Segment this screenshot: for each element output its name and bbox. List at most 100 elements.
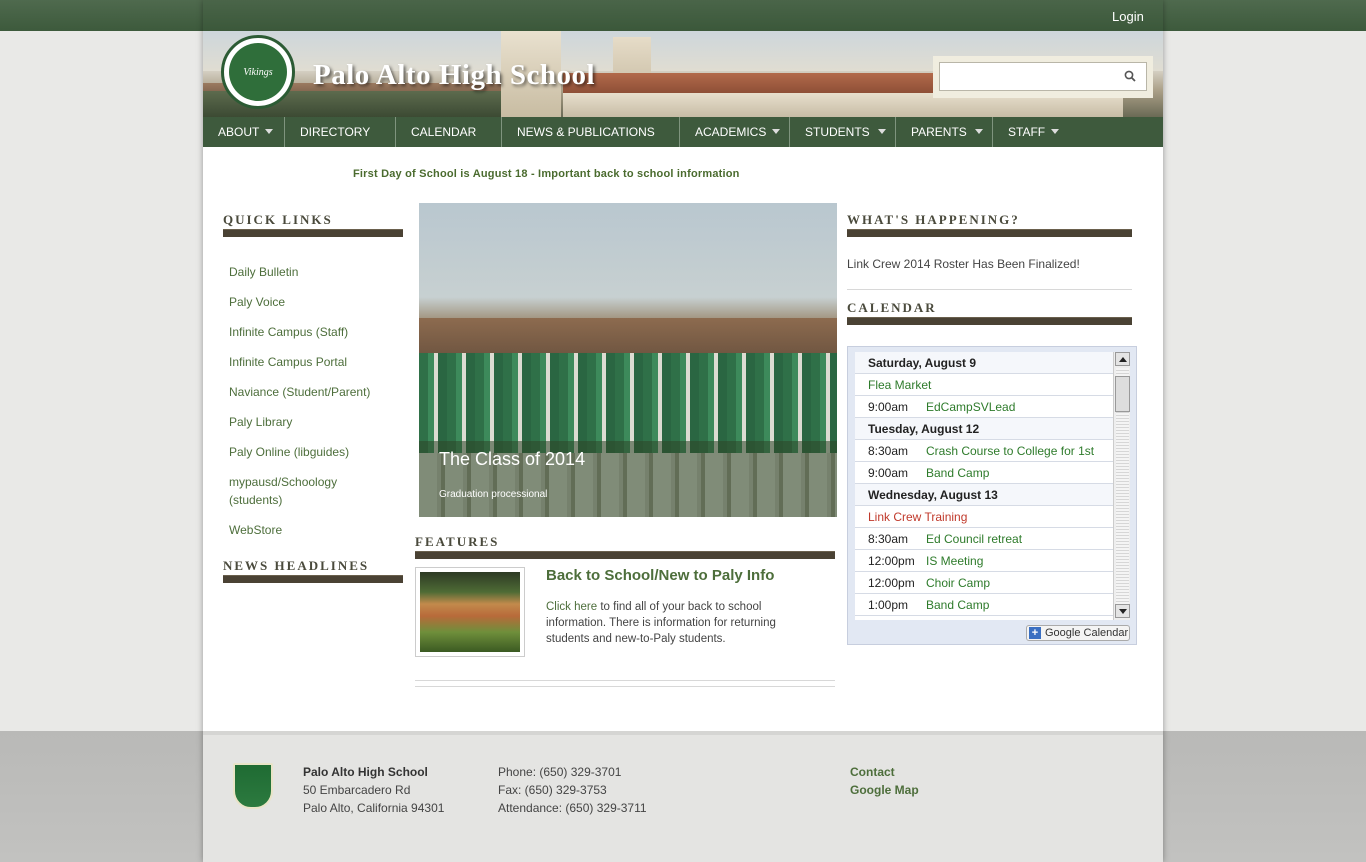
quick-link-schoology[interactable]: mypausd/Schoology (students): [229, 473, 359, 509]
hero-building: [419, 318, 837, 358]
section-divider: [223, 575, 403, 583]
calendar-event-time: 5:00pm: [868, 620, 926, 621]
calendar-day-header: Saturday, August 9: [855, 352, 1113, 374]
hero-title: The Class of 2014: [439, 449, 586, 469]
nav-item-label: NEWS & PUBLICATIONS: [517, 125, 655, 139]
calendar-day-header: Tuesday, August 12: [855, 418, 1113, 440]
school-logo[interactable]: Vikings: [221, 35, 295, 109]
calendar-event[interactable]: 9:00am Band Camp: [855, 462, 1113, 484]
feature-thumbnail[interactable]: [415, 567, 525, 657]
calendar-event[interactable]: 1:00pm Band Camp: [855, 594, 1113, 616]
calendar-event[interactable]: 5:00pmPaly Instrumental Music Partv: [855, 616, 1113, 621]
whats-happening-heading: WHAT'S HAPPENING?: [847, 212, 1020, 227]
footer: Palo Alto High School 50 Embarcadero Rd …: [203, 731, 1163, 862]
whats-happening-item[interactable]: Link Crew 2014 Roster Has Been Finalized…: [847, 257, 1080, 271]
search-icon[interactable]: [1124, 70, 1136, 82]
hero-slideshow[interactable]: The Class of 2014 Graduation processiona…: [419, 203, 837, 517]
footer-address-line1: 50 Embarcadero Rd: [303, 783, 411, 797]
calendar-event-title: EdCampSVLead: [926, 399, 1016, 414]
divider: [415, 686, 835, 687]
calendar-event-time: 8:30am: [868, 531, 909, 546]
calendar-event-title: Band Camp: [926, 465, 990, 480]
nav-item-news-publications[interactable]: NEWS & PUBLICATIONS: [502, 117, 680, 147]
news-headlines-heading: NEWS HEADLINES: [223, 558, 370, 573]
quick-link-paly-library[interactable]: Paly Library: [229, 413, 292, 431]
scroll-down-button[interactable]: [1115, 604, 1130, 618]
logo-emblem: Vikings: [229, 43, 287, 101]
scroll-up-button[interactable]: [1115, 352, 1130, 366]
nav-item-label: ACADEMICS: [695, 125, 767, 139]
calendar-event-title: Choir Camp: [926, 575, 991, 590]
footer-links: Contact Google Map: [850, 763, 919, 799]
section-divider: [847, 229, 1132, 237]
footer-school-name: Palo Alto High School: [303, 765, 428, 779]
footer-attendance: Attendance: (650) 329-3711: [498, 801, 647, 815]
calendar-event-title: Band Camp: [926, 597, 990, 612]
search-box: [933, 56, 1153, 98]
section-divider: [415, 551, 835, 559]
features-heading: FEATURES: [415, 534, 500, 549]
footer-address-line2: Palo Alto, California 94301: [303, 801, 445, 815]
nav-item-directory[interactable]: DIRECTORY: [285, 117, 396, 147]
hero-subtitle: Graduation processional: [439, 489, 548, 500]
announcement-link[interactable]: First Day of School is August 18 - Impor…: [353, 168, 740, 180]
quick-link-naviance[interactable]: Naviance (Student/Parent): [229, 383, 370, 401]
quick-link-infinite-campus-portal[interactable]: Infinite Campus Portal: [229, 353, 347, 371]
calendar-event[interactable]: 8:30am Ed Council retreat: [855, 528, 1113, 550]
feature-body: Click here to find all of your back to s…: [546, 599, 806, 647]
scrollbar-thumb[interactable]: [1115, 376, 1130, 412]
calendar-day-label: Wednesday, August 13: [868, 487, 998, 502]
chevron-down-icon: [265, 129, 273, 134]
calendar-scrollbar[interactable]: [1113, 352, 1130, 620]
site-title[interactable]: Palo Alto High School: [313, 59, 595, 92]
calendar-event[interactable]: Flea Market: [855, 374, 1113, 396]
calendar-event[interactable]: 12:00pm IS Meeting: [855, 550, 1113, 572]
footer-google-map-link[interactable]: Google Map: [850, 781, 919, 799]
calendar-event-title: Ed Council retreat: [926, 531, 1023, 546]
login-link[interactable]: Login: [1112, 9, 1144, 24]
calendar-event-time: 1:00pm: [868, 597, 909, 612]
nav-item-about[interactable]: ABOUT: [203, 117, 285, 147]
quick-link-infinite-campus-staff[interactable]: Infinite Campus (Staff): [229, 323, 348, 341]
footer-phones: Phone: (650) 329-3701 Fax: (650) 329-375…: [498, 763, 647, 817]
calendar-day-label: Tuesday, August 12: [868, 421, 980, 436]
nav-item-students[interactable]: STUDENTS: [790, 117, 896, 147]
calendar-event[interactable]: 12:00pm Choir Camp: [855, 572, 1113, 594]
calendar-event-time: 12:00pm: [868, 553, 915, 568]
footer-contact-link[interactable]: Contact: [850, 763, 919, 781]
calendar-event-title: Link Crew Training: [868, 509, 968, 524]
nav-item-staff[interactable]: STAFF: [993, 117, 1073, 147]
quick-link-paly-online[interactable]: Paly Online (libguides): [229, 443, 349, 461]
search-input[interactable]: [939, 62, 1147, 91]
nav-item-calendar[interactable]: CALENDAR: [396, 117, 502, 147]
triangle-up-icon: [1118, 356, 1127, 362]
divider: [415, 680, 835, 681]
calendar-widget: Saturday, August 9 Flea Market 9:00am EdCam…: [847, 346, 1137, 645]
nav-item-academics[interactable]: ACADEMICS: [680, 117, 790, 147]
page-top-bar: [203, 0, 1163, 31]
quick-link-paly-voice[interactable]: Paly Voice: [229, 293, 285, 311]
feature-click-here-link[interactable]: Click here: [546, 601, 597, 613]
quick-link-webstore[interactable]: WebStore: [229, 521, 282, 539]
calendar-day-header: Wednesday, August 13: [855, 484, 1113, 506]
calendar-event[interactable]: 8:30am Crash Course to College for 1st: [855, 440, 1113, 462]
nav-item-parents[interactable]: PARENTS: [896, 117, 993, 147]
divider: [847, 289, 1132, 290]
plus-icon: +: [1029, 627, 1041, 639]
section-divider: [223, 229, 403, 237]
section-divider: [847, 317, 1132, 325]
quick-link-daily-bulletin[interactable]: Daily Bulletin: [229, 263, 298, 281]
quick-links-heading: QUICK LINKS: [223, 212, 333, 227]
calendar-event[interactable]: 9:00am EdCampSVLead: [855, 396, 1113, 418]
nav-item-label: ABOUT: [218, 125, 260, 139]
calendar-event[interactable]: Link Crew Training: [855, 506, 1113, 528]
google-calendar-button[interactable]: + Google Calendar: [1026, 625, 1130, 641]
header-banner: Vikings Palo Alto High School: [203, 31, 1163, 117]
calendar-agenda[interactable]: Saturday, August 9 Flea Market 9:00am EdCam…: [855, 352, 1113, 620]
calendar-event-title: Paly Instrumental Music Partv: [926, 620, 1085, 621]
school-crest-icon: [233, 763, 273, 809]
calendar-event-time: 8:30am: [868, 443, 909, 458]
footer-fax: Fax: (650) 329-3753: [498, 783, 607, 797]
feature-title[interactable]: Back to School/New to Paly Info: [546, 567, 774, 584]
calendar-event-title: Flea Market: [868, 377, 932, 392]
